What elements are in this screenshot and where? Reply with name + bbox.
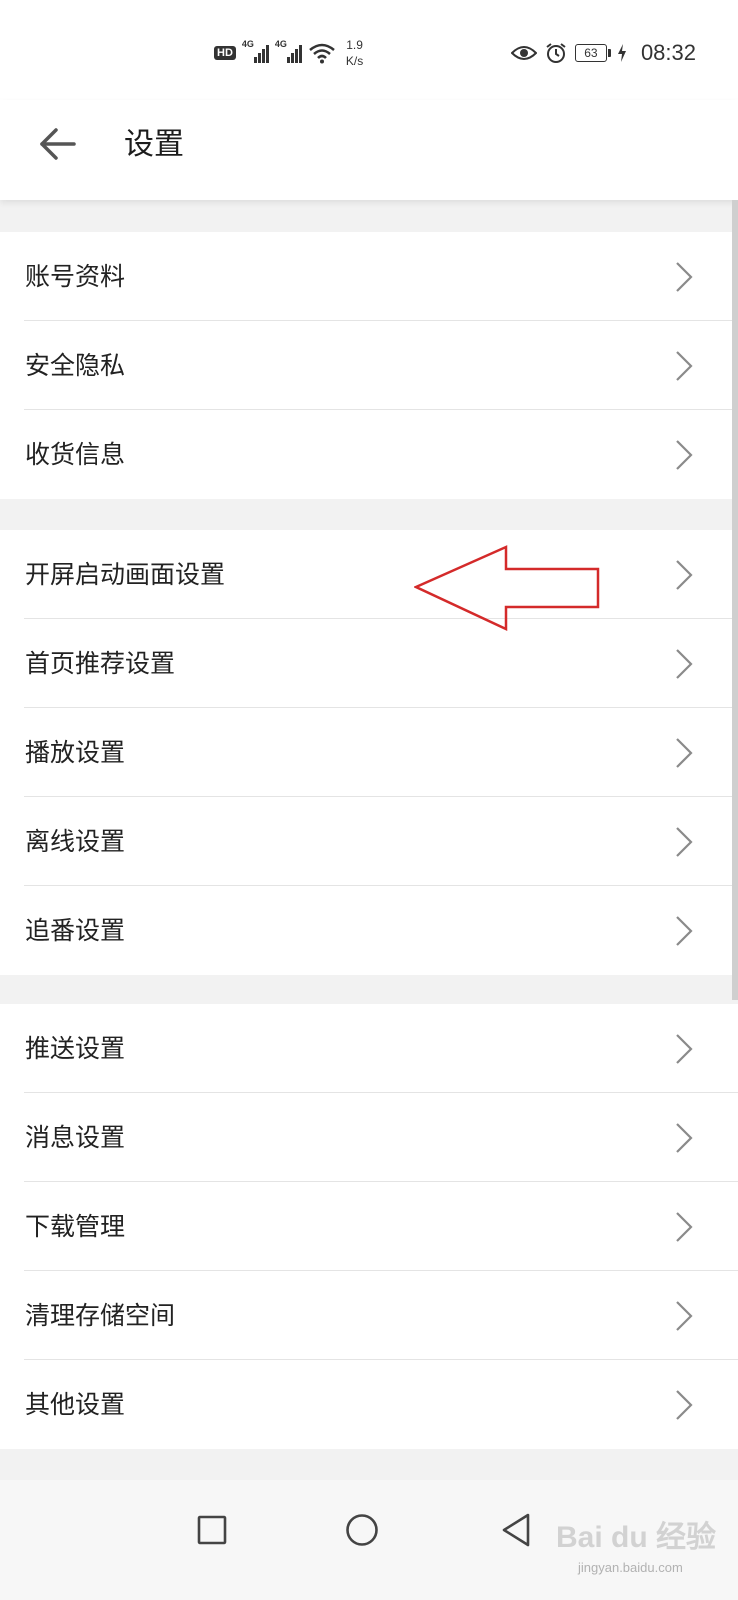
- chevron-right-icon: [676, 1034, 693, 1064]
- settings-item-downloads[interactable]: 下载管理: [0, 1182, 738, 1271]
- settings-group-playback: 开屏启动画面设置 首页推荐设置 播放设置 离线设置 追番设置: [0, 530, 738, 975]
- chevron-right-icon: [676, 262, 693, 292]
- chevron-right-icon: [676, 916, 693, 946]
- settings-item-playback[interactable]: 播放设置: [0, 708, 738, 797]
- scrollbar[interactable]: [732, 200, 738, 1000]
- network-speed-unit: K/s: [345, 54, 364, 68]
- settings-item-label: 播放设置: [25, 738, 126, 767]
- signal-icon-sim1: 4G: [242, 39, 269, 63]
- chevron-right-icon: [676, 827, 693, 857]
- annotation-arrow-icon: [414, 545, 600, 631]
- recent-apps-square-icon[interactable]: [182, 1500, 242, 1560]
- settings-group-other: 推送设置 消息设置 下载管理 清理存储空间 其他设置: [0, 1004, 738, 1449]
- network-speed: 1.9 K/s: [346, 37, 363, 69]
- charging-icon: [617, 44, 626, 62]
- settings-item-label: 追番设置: [25, 916, 126, 945]
- settings-item-offline[interactable]: 离线设置: [0, 797, 738, 886]
- battery-indicator: 63: [574, 44, 611, 62]
- settings-item-push[interactable]: 推送设置: [0, 1004, 738, 1093]
- network-speed-value: 1.9: [346, 38, 363, 52]
- status-right-group: 63 08:32: [510, 38, 696, 68]
- settings-item-label: 账号资料: [25, 262, 126, 291]
- settings-item-shipping-info[interactable]: 收货信息: [0, 410, 738, 499]
- chevron-right-icon: [676, 560, 693, 590]
- settings-item-label: 消息设置: [25, 1123, 126, 1152]
- status-bar: HD 4G 4G 1.9 K/s 63 08:32: [0, 0, 738, 100]
- network-type-sim1: 4G: [241, 39, 254, 49]
- alarm-icon: [546, 43, 566, 63]
- settings-item-clear-storage[interactable]: 清理存储空间: [0, 1271, 738, 1360]
- chevron-right-icon: [676, 1212, 693, 1242]
- app-bar: [0, 100, 738, 200]
- settings-item-splash-screen[interactable]: 开屏启动画面设置: [0, 530, 738, 619]
- settings-item-other[interactable]: 其他设置: [0, 1360, 738, 1449]
- eye-icon: [510, 46, 537, 60]
- settings-item-account-profile[interactable]: 账号资料: [0, 232, 738, 321]
- status-left-group: HD 4G 4G 1.9 K/s: [214, 36, 363, 70]
- settings-item-label: 离线设置: [25, 827, 126, 856]
- settings-item-label: 其他设置: [25, 1390, 126, 1419]
- chevron-right-icon: [676, 738, 693, 768]
- settings-item-label: 下载管理: [25, 1212, 126, 1241]
- back-arrow-icon[interactable]: [36, 122, 80, 166]
- signal-icon-sim2: 4G: [275, 39, 302, 63]
- settings-item-label: 安全隐私: [25, 351, 126, 380]
- settings-item-messages[interactable]: 消息设置: [0, 1093, 738, 1182]
- home-circle-icon[interactable]: [332, 1500, 392, 1560]
- settings-item-label: 收货信息: [25, 440, 126, 469]
- back-triangle-icon[interactable]: [488, 1500, 548, 1560]
- chevron-right-icon: [676, 351, 693, 381]
- hd-badge: HD: [214, 46, 236, 60]
- chevron-right-icon: [676, 440, 693, 470]
- settings-item-security-privacy[interactable]: 安全隐私: [0, 321, 738, 410]
- settings-item-label: 推送设置: [25, 1034, 126, 1063]
- network-type-sim2: 4G: [274, 39, 287, 49]
- wifi-icon: [309, 43, 335, 64]
- settings-item-home-recommendation[interactable]: 首页推荐设置: [0, 619, 738, 708]
- chevron-right-icon: [676, 649, 693, 679]
- chevron-right-icon: [676, 1390, 693, 1420]
- settings-item-follow-series[interactable]: 追番设置: [0, 886, 738, 975]
- chevron-right-icon: [676, 1301, 693, 1331]
- page-title: 设置: [124, 127, 184, 162]
- settings-group-account: 账号资料 安全隐私 收货信息: [0, 232, 738, 499]
- settings-item-label: 首页推荐设置: [25, 649, 176, 678]
- clock: 08:32: [640, 40, 696, 65]
- settings-item-label: 开屏启动画面设置: [25, 560, 226, 589]
- settings-item-label: 清理存储空间: [25, 1301, 176, 1330]
- chevron-right-icon: [676, 1123, 693, 1153]
